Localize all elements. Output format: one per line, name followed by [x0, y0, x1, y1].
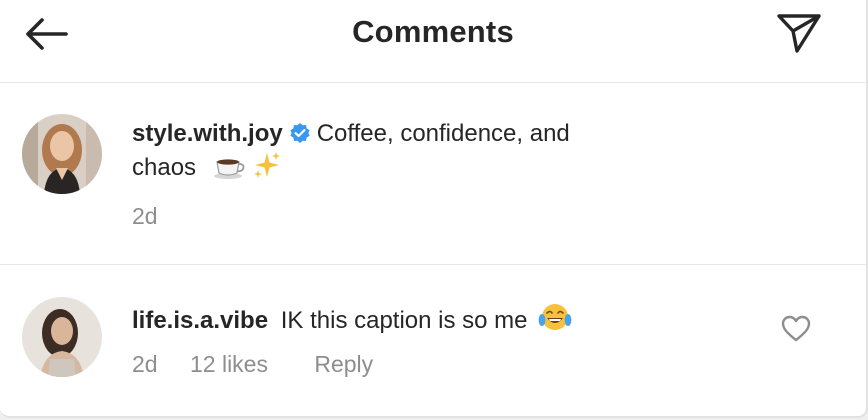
avatar-photo	[22, 114, 102, 194]
comments-screen: Comments style.with.joy Coffee, confidenc…	[0, 0, 868, 418]
caption-line-1: Coffee, confidence, and	[316, 120, 570, 147]
reply-button[interactable]: Reply	[314, 351, 373, 377]
comment-text: life.is.a.vibe IK this caption is so me	[132, 302, 732, 338]
coffee-cup-icon	[213, 159, 245, 179]
like-comment-button[interactable]	[776, 309, 816, 349]
share-button[interactable]	[770, 10, 828, 56]
caption-line-2: chaos	[132, 154, 197, 181]
caption-timestamp: 2d	[132, 203, 158, 229]
comment-item: life.is.a.vibe IK this caption is so me …	[0, 265, 866, 416]
avatar-photo	[22, 297, 102, 377]
comment-body: IK this caption is so me	[280, 307, 528, 334]
avatar-life-is-a-vibe[interactable]	[22, 297, 102, 377]
comment-likes[interactable]: 12 likes	[190, 351, 268, 377]
tears-of-joy-icon	[538, 304, 572, 330]
verified-badge-icon	[290, 123, 310, 143]
comment-username[interactable]: life.is.a.vibe	[132, 307, 268, 334]
sparkles-icon	[254, 152, 281, 178]
caption-meta: 2d	[132, 203, 158, 230]
paper-plane-icon	[777, 14, 821, 53]
caption-text: style.with.joy Coffee, confidence, and ch…	[132, 117, 692, 185]
heart-outline-icon	[781, 315, 811, 342]
header-bar: Comments	[0, 0, 866, 83]
comment-meta: 2d 12 likes Reply	[132, 351, 373, 378]
page-title: Comments	[352, 14, 514, 49]
caption-username[interactable]: style.with.joy	[132, 120, 283, 147]
post-caption: style.with.joy Coffee, confidence, and ch…	[0, 83, 866, 265]
comment-timestamp: 2d	[132, 351, 158, 377]
avatar-style-with-joy[interactable]	[22, 114, 102, 194]
